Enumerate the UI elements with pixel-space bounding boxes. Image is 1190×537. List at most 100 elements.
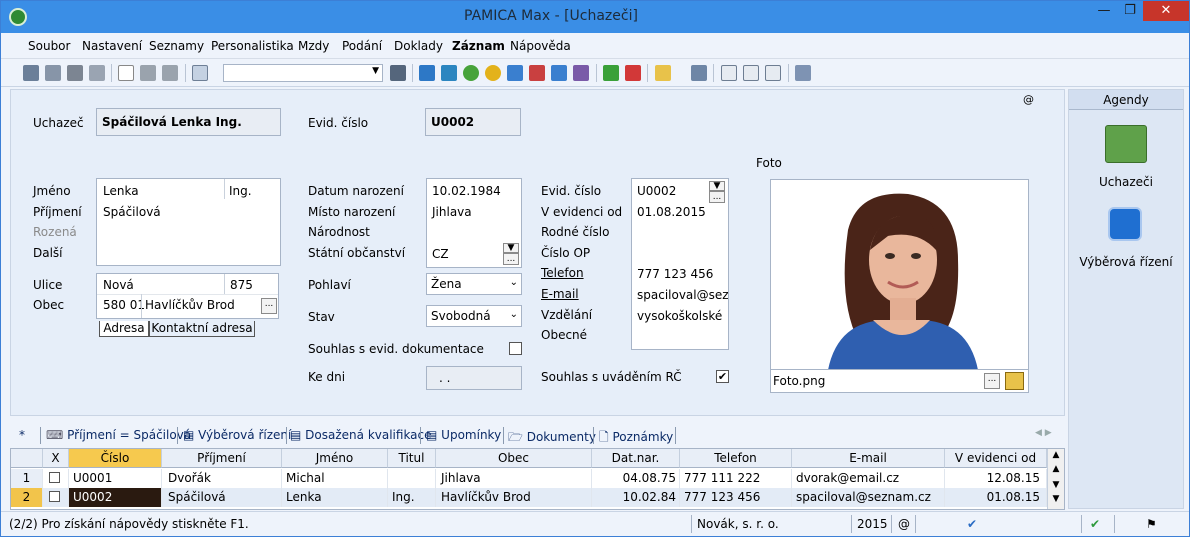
scroll-down-icon[interactable]: ▼ (1050, 480, 1062, 493)
agenda-vyberova-rizeni[interactable]: Výběrová řízení (1069, 255, 1183, 269)
tab-scroll-arrows[interactable]: ◀ ▶ (1035, 428, 1052, 438)
lock-icon[interactable] (45, 65, 61, 81)
col-datnar[interactable]: Dat.nar. (592, 449, 680, 468)
menu-napoveda[interactable]: Nápověda (510, 39, 571, 53)
menu-soubor[interactable]: Soubor (28, 39, 70, 53)
scroll-top-icon[interactable]: ▲ (1050, 450, 1062, 463)
agenda-m3-icon[interactable] (529, 65, 545, 81)
datum-nar-field[interactable]: 10.02.1984 (432, 184, 501, 198)
jmeno-field[interactable]: Lenka (103, 184, 139, 198)
minimize-button[interactable]: — (1091, 1, 1117, 21)
maximize-button[interactable]: ❐ (1117, 1, 1143, 21)
new-record-icon[interactable] (118, 65, 134, 81)
chevron-down-icon[interactable]: ▼ (503, 243, 519, 253)
menu-seznamy[interactable]: Seznamy (149, 39, 204, 53)
stav-select[interactable]: Svobodná ⌄ (426, 305, 522, 327)
agenda-m4-icon[interactable] (551, 65, 567, 81)
open-folder-icon[interactable] (1005, 372, 1024, 390)
exit-icon[interactable] (23, 65, 39, 81)
flag-green-icon[interactable] (603, 65, 619, 81)
status-sync-icon[interactable]: ✔ (967, 517, 977, 531)
v-evid-field[interactable]: 01.08.2015 (637, 205, 706, 219)
close-button[interactable]: ✕ (1143, 1, 1189, 21)
telefon-field[interactable]: 777 123 456 (637, 267, 713, 281)
agenda-m-icon[interactable] (419, 65, 435, 81)
tab-dokumenty[interactable]: 🗁 Dokumenty (508, 426, 596, 446)
flag-red-icon[interactable] (625, 65, 641, 81)
tab-dosazena-kvalifikace[interactable]: ▤ Dosažená kvalifikace (290, 426, 432, 446)
vzdelani-field[interactable]: vysokoškolské (637, 309, 722, 323)
cislo-popisne-field[interactable]: 875 (230, 278, 253, 292)
obec-field[interactable]: Havlíčkův Brod (145, 298, 235, 312)
chevron-down-icon[interactable]: ⌄ (510, 277, 518, 288)
photo-file-field[interactable]: Foto.png ... (771, 369, 1028, 392)
calculator-icon[interactable] (691, 65, 707, 81)
email-field[interactable]: spaciloval@seznam.cz (637, 288, 728, 302)
tab-adresa[interactable]: Adresa (99, 321, 149, 337)
message-icon[interactable] (721, 65, 737, 81)
tab-vyberova-rizeni[interactable]: ▤ Výběrová řízení (183, 426, 291, 446)
col-titul[interactable]: Titul (388, 449, 436, 468)
copy-icon[interactable] (192, 65, 208, 81)
tab-star[interactable]: * (19, 426, 25, 446)
ellipsis-button[interactable]: ... (503, 253, 519, 265)
print-icon[interactable] (67, 65, 83, 81)
person-yellow-icon[interactable] (485, 65, 501, 81)
col-email[interactable]: E-mail (792, 449, 945, 468)
chevron-down-icon[interactable]: ⌄ (510, 309, 518, 320)
menu-mzdy[interactable]: Mzdy (298, 39, 329, 53)
at-icon[interactable]: @ (1023, 93, 1034, 106)
menu-podani[interactable]: Podání (342, 39, 382, 53)
prijmeni-field[interactable]: Spáčilová (103, 205, 161, 219)
filter-icon[interactable] (390, 65, 406, 81)
tab-upominky[interactable]: ▤ Upomínky (426, 426, 501, 446)
scroll-bottom-icon[interactable]: ▼ (1050, 494, 1062, 507)
telefon-label[interactable]: Telefon (541, 266, 584, 280)
agenda-m2-icon[interactable] (507, 65, 523, 81)
uchazeci-icon[interactable] (1105, 125, 1147, 163)
ke-dni-field[interactable]: . . (426, 366, 522, 390)
chevron-down-icon[interactable]: ▼ (709, 181, 725, 191)
status-flag-icon[interactable]: ⚑ (1146, 517, 1157, 531)
email-label[interactable]: E-mail (541, 287, 579, 301)
col-cislo[interactable]: Číslo (69, 449, 162, 468)
row-checkbox[interactable] (43, 469, 69, 488)
tab-poznamky[interactable]: 🗋 Poznámky (599, 426, 673, 446)
save-all-icon[interactable] (162, 65, 178, 81)
col-jmeno[interactable]: Jméno (282, 449, 388, 468)
uchazec-field[interactable]: Spáčilová Lenka Ing. (96, 108, 281, 136)
evid2-field[interactable]: U0002 (637, 184, 676, 198)
ulice-field[interactable]: Nová (103, 278, 134, 292)
col-x[interactable]: X (43, 449, 69, 468)
chevron-down-icon[interactable]: ▼ (372, 66, 379, 76)
psc-field[interactable]: 580 01 (103, 298, 145, 312)
menu-nastaveni[interactable]: Nastavení (82, 39, 142, 53)
tab-filter-prijmeni[interactable]: ⌨ Příjmení = Spáčilová (46, 426, 191, 446)
menu-personalistika[interactable]: Personalistika (211, 39, 294, 53)
souhlas-dok-checkbox[interactable] (509, 342, 522, 355)
col-telefon[interactable]: Telefon (680, 449, 792, 468)
ellipsis-button[interactable]: ... (984, 373, 1000, 389)
print-preview-icon[interactable] (89, 65, 105, 81)
menu-zaznam[interactable]: Záznam (452, 39, 505, 53)
agenda-uchazeci[interactable]: Uchazeči (1069, 175, 1183, 189)
obcanstvi-field[interactable]: CZ (432, 247, 449, 261)
list-icon[interactable] (743, 65, 759, 81)
col-prijmeni[interactable]: Příjmení (162, 449, 282, 468)
help-icon[interactable] (795, 65, 811, 81)
status-ok-icon[interactable]: ✔ (1090, 517, 1100, 531)
ellipsis-button[interactable]: ... (261, 298, 277, 314)
ellipsis-button[interactable]: ... (709, 191, 725, 203)
vyberova-rizeni-icon[interactable] (1108, 207, 1142, 241)
evid-field[interactable]: U0002 (425, 108, 521, 136)
quick-search-combo[interactable]: ▼ (223, 64, 383, 82)
portrait-photo[interactable] (818, 190, 978, 370)
table-scrollbar[interactable]: ▲ ▲ ▼ ▼ (1047, 449, 1064, 509)
misto-nar-field[interactable]: Jihlava (432, 205, 472, 219)
tab-kontaktni-adresa[interactable]: Kontaktní adresa (149, 321, 255, 337)
col-obec[interactable]: Obec (436, 449, 592, 468)
scroll-up-icon[interactable]: ▲ (1050, 464, 1062, 477)
col-v-evidenci[interactable]: V evidenci od (945, 449, 1047, 468)
save-icon[interactable] (140, 65, 156, 81)
person-icon[interactable] (441, 65, 457, 81)
